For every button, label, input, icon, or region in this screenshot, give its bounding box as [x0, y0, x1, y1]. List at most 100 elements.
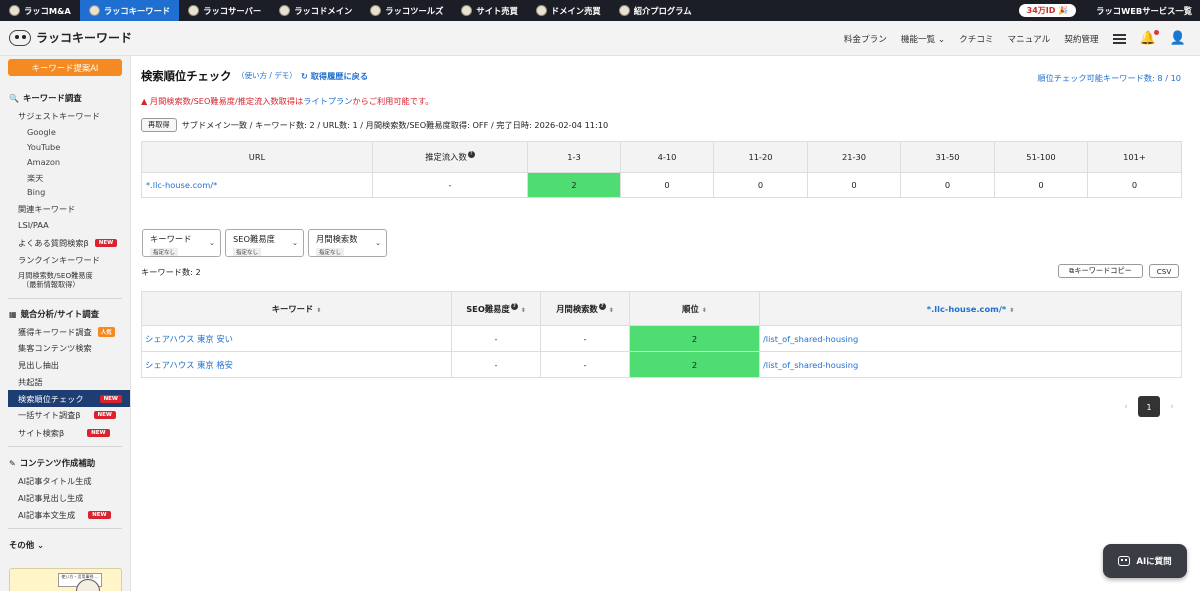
page-link[interactable]: /list_of_shared-housing: [759, 351, 1182, 378]
main-content: 検索順位チェック （使い方 / デモ） ↻ 取得履歴に戻る 順位チェック可能キー…: [131, 56, 1200, 591]
csv-button[interactable]: CSV: [1149, 264, 1179, 278]
sidebar-item-ai-body[interactable]: AI記事本文生成 NEW: [18, 509, 111, 521]
sidebar-item-acquired[interactable]: 獲得キーワード調査 人気: [18, 326, 115, 338]
id-count-badge[interactable]: 34万ID 🎉: [1018, 4, 1077, 17]
tab-rakko-domain[interactable]: ラッコドメイン: [270, 0, 361, 21]
table-header-row: キーワード ⬍ SEO難易度 ?⬍ 月間検索数 ?⬍ 順位 ⬍ *.llc-house.…: [141, 291, 1182, 326]
seo-difficulty-filter[interactable]: SEO難易度 指定なし ⌄: [225, 229, 304, 257]
keyword-ai-button[interactable]: キーワード提案AI: [8, 59, 122, 76]
sort-icon: ⬍: [316, 306, 322, 314]
traffic-cell: -: [372, 172, 528, 198]
sidebar-item-site-search[interactable]: サイト検索β NEW: [18, 427, 110, 439]
tab-rakko-ma[interactable]: ラッコM&A: [0, 0, 80, 21]
tab-rakko-server[interactable]: ラッコサーバー: [179, 0, 270, 21]
nav-manual[interactable]: マニュアル: [1008, 33, 1051, 45]
sidebar-item-ai-title[interactable]: AI記事タイトル生成: [18, 475, 92, 487]
count-cell-21-30: 0: [807, 172, 901, 198]
col-seo[interactable]: SEO難易度 ?⬍: [451, 291, 541, 326]
sidebar-item-amazon[interactable]: Amazon: [27, 157, 60, 167]
new-badge: NEW: [93, 411, 116, 419]
tab-site-sale[interactable]: サイト売買: [452, 0, 527, 21]
usage-link[interactable]: （使い方 / デモ）: [237, 70, 297, 81]
site-sale-icon: [461, 5, 473, 16]
section-content-creation: ✎ コンテンツ作成補助: [9, 458, 96, 468]
sort-icon: ⬍: [1009, 306, 1015, 314]
col-51-100: 51-100: [994, 141, 1088, 173]
count-cell-1-3[interactable]: 2: [527, 172, 621, 198]
prev-page-button[interactable]: ‹: [1118, 402, 1134, 412]
sidebar-item-cooccur[interactable]: 共起語: [18, 376, 43, 388]
page-link[interactable]: /list_of_shared-housing: [759, 325, 1182, 352]
rakko-tools-icon: [370, 5, 382, 16]
nav-pricing[interactable]: 料金プラン: [844, 33, 887, 45]
sidebar-item-bulk[interactable]: 一括サイト調査β NEW: [18, 409, 116, 421]
sidebar-divider: [8, 528, 122, 529]
help-icon[interactable]: ?: [598, 302, 606, 310]
tab-domain-sale[interactable]: ドメイン売買: [527, 0, 610, 21]
copy-keywords-button[interactable]: ⧉ キーワードコピー: [1058, 264, 1143, 278]
url-link[interactable]: *.llc-house.com/*: [141, 172, 373, 198]
sidebar-item-rankin[interactable]: ランクインキーワード: [18, 254, 100, 266]
page-1-button[interactable]: 1: [1138, 396, 1160, 417]
keyword-link[interactable]: シェアハウス 東京 格安: [141, 351, 452, 378]
help-icon[interactable]: ?: [510, 302, 518, 310]
sidebar-item-ai-heading[interactable]: AI記事見出し生成: [18, 492, 83, 504]
keyword-link[interactable]: シェアハウス 東京 安い: [141, 325, 452, 352]
sidebar-item-faq[interactable]: よくある質問検索β NEW: [18, 237, 118, 249]
sidebar-item-rakuten[interactable]: 楽天: [27, 172, 43, 184]
back-to-history-link[interactable]: ↻ 取得履歴に戻る: [301, 70, 368, 82]
promo-banner[interactable]: 使い方・活用事例 …: [9, 568, 122, 591]
tab-rakko-keyword[interactable]: ラッコキーワード: [79, 0, 180, 21]
logo[interactable]: ラッコキーワード: [9, 29, 132, 46]
col-url: URL: [141, 141, 373, 173]
col-site[interactable]: *.llc-house.com/* ⬍: [759, 291, 1182, 326]
tab-rakko-tools[interactable]: ラッコツールズ: [361, 0, 452, 21]
services-list-link[interactable]: ラッコWEBサービス一覧: [1088, 5, 1200, 17]
help-icon[interactable]: ?: [467, 151, 475, 158]
col-keyword[interactable]: キーワード ⬍: [141, 291, 452, 326]
col-rank[interactable]: 順位 ⬍: [629, 291, 760, 326]
seo-cell: -: [451, 351, 541, 378]
search-volume-filter[interactable]: 月間検索数 指定なし ⌄: [308, 229, 387, 257]
seo-cell: -: [451, 325, 541, 352]
nav-features[interactable]: 機能一覧 ⌄: [901, 33, 945, 45]
rank-cell: 2: [629, 351, 760, 378]
bell-icon[interactable]: 🔔: [1140, 30, 1159, 46]
site-header: ラッコキーワード 料金プラン 機能一覧 ⌄ クチコミ マニュアル 契約管理 🔔 …: [0, 21, 1200, 56]
sidebar-item-contents[interactable]: 集客コンテンツ検索: [18, 342, 92, 354]
rakko-ma-icon: [9, 5, 20, 16]
menu-icon[interactable]: [1112, 33, 1126, 44]
sidebar-other-toggle[interactable]: その他 ⌄: [9, 539, 44, 551]
col-volume[interactable]: 月間検索数 ?⬍: [540, 291, 630, 326]
next-page-button[interactable]: ›: [1164, 402, 1180, 412]
nav-contract[interactable]: 契約管理: [1064, 33, 1098, 45]
ai-chat-button[interactable]: AIに質問: [1103, 544, 1187, 578]
sidebar-item-rank-check[interactable]: 検索順位チェック NEW: [8, 390, 130, 407]
sidebar-item-youtube[interactable]: YouTube: [27, 142, 60, 152]
notification-dot: [1153, 30, 1159, 35]
sort-icon: ⬍: [701, 306, 707, 314]
job-meta: 再取得 サブドメイン一致 / キーワード数: 2 / URL数: 1 / 月間検…: [141, 118, 608, 132]
table-row: *.llc-house.com/* - 2 0 0 0 0 0 0: [141, 172, 1182, 198]
keyword-results-table: キーワード ⬍ SEO難易度 ?⬍ 月間検索数 ?⬍ 順位 ⬍ *.llc-house.…: [141, 291, 1182, 378]
user-icon[interactable]: 👤: [1170, 31, 1186, 46]
count-cell-51-100: 0: [994, 172, 1088, 198]
sidebar-item-bing[interactable]: Bing: [27, 187, 45, 197]
nav-reviews[interactable]: クチコミ: [959, 33, 993, 45]
page-title: 検索順位チェック: [141, 70, 232, 83]
sidebar-divider: [8, 298, 122, 299]
keyword-filter[interactable]: キーワード 指定なし ⌄: [142, 229, 221, 257]
sidebar-item-related[interactable]: 関連キーワード: [18, 203, 75, 215]
edit-icon: ✎: [9, 458, 16, 468]
tab-referral[interactable]: 紹介プログラム: [610, 0, 701, 21]
sidebar-item-google[interactable]: Google: [27, 127, 56, 137]
sidebar-item-headings[interactable]: 見出し抽出: [18, 359, 59, 371]
sidebar-item-suggest[interactable]: サジェストキーワード: [18, 110, 100, 122]
sidebar-item-lsi[interactable]: LSI/PAA: [18, 220, 49, 230]
count-cell-31-50: 0: [900, 172, 995, 198]
refetch-button[interactable]: 再取得: [141, 118, 177, 132]
refresh-icon: ↻: [301, 71, 311, 81]
light-plan-link[interactable]: ライトプラン: [303, 96, 352, 106]
search-icon: 🔍: [9, 93, 19, 103]
rank-summary-table: URL 推定流入数? 1-3 4-10 11-20 21-30 31-50 51…: [141, 141, 1182, 198]
